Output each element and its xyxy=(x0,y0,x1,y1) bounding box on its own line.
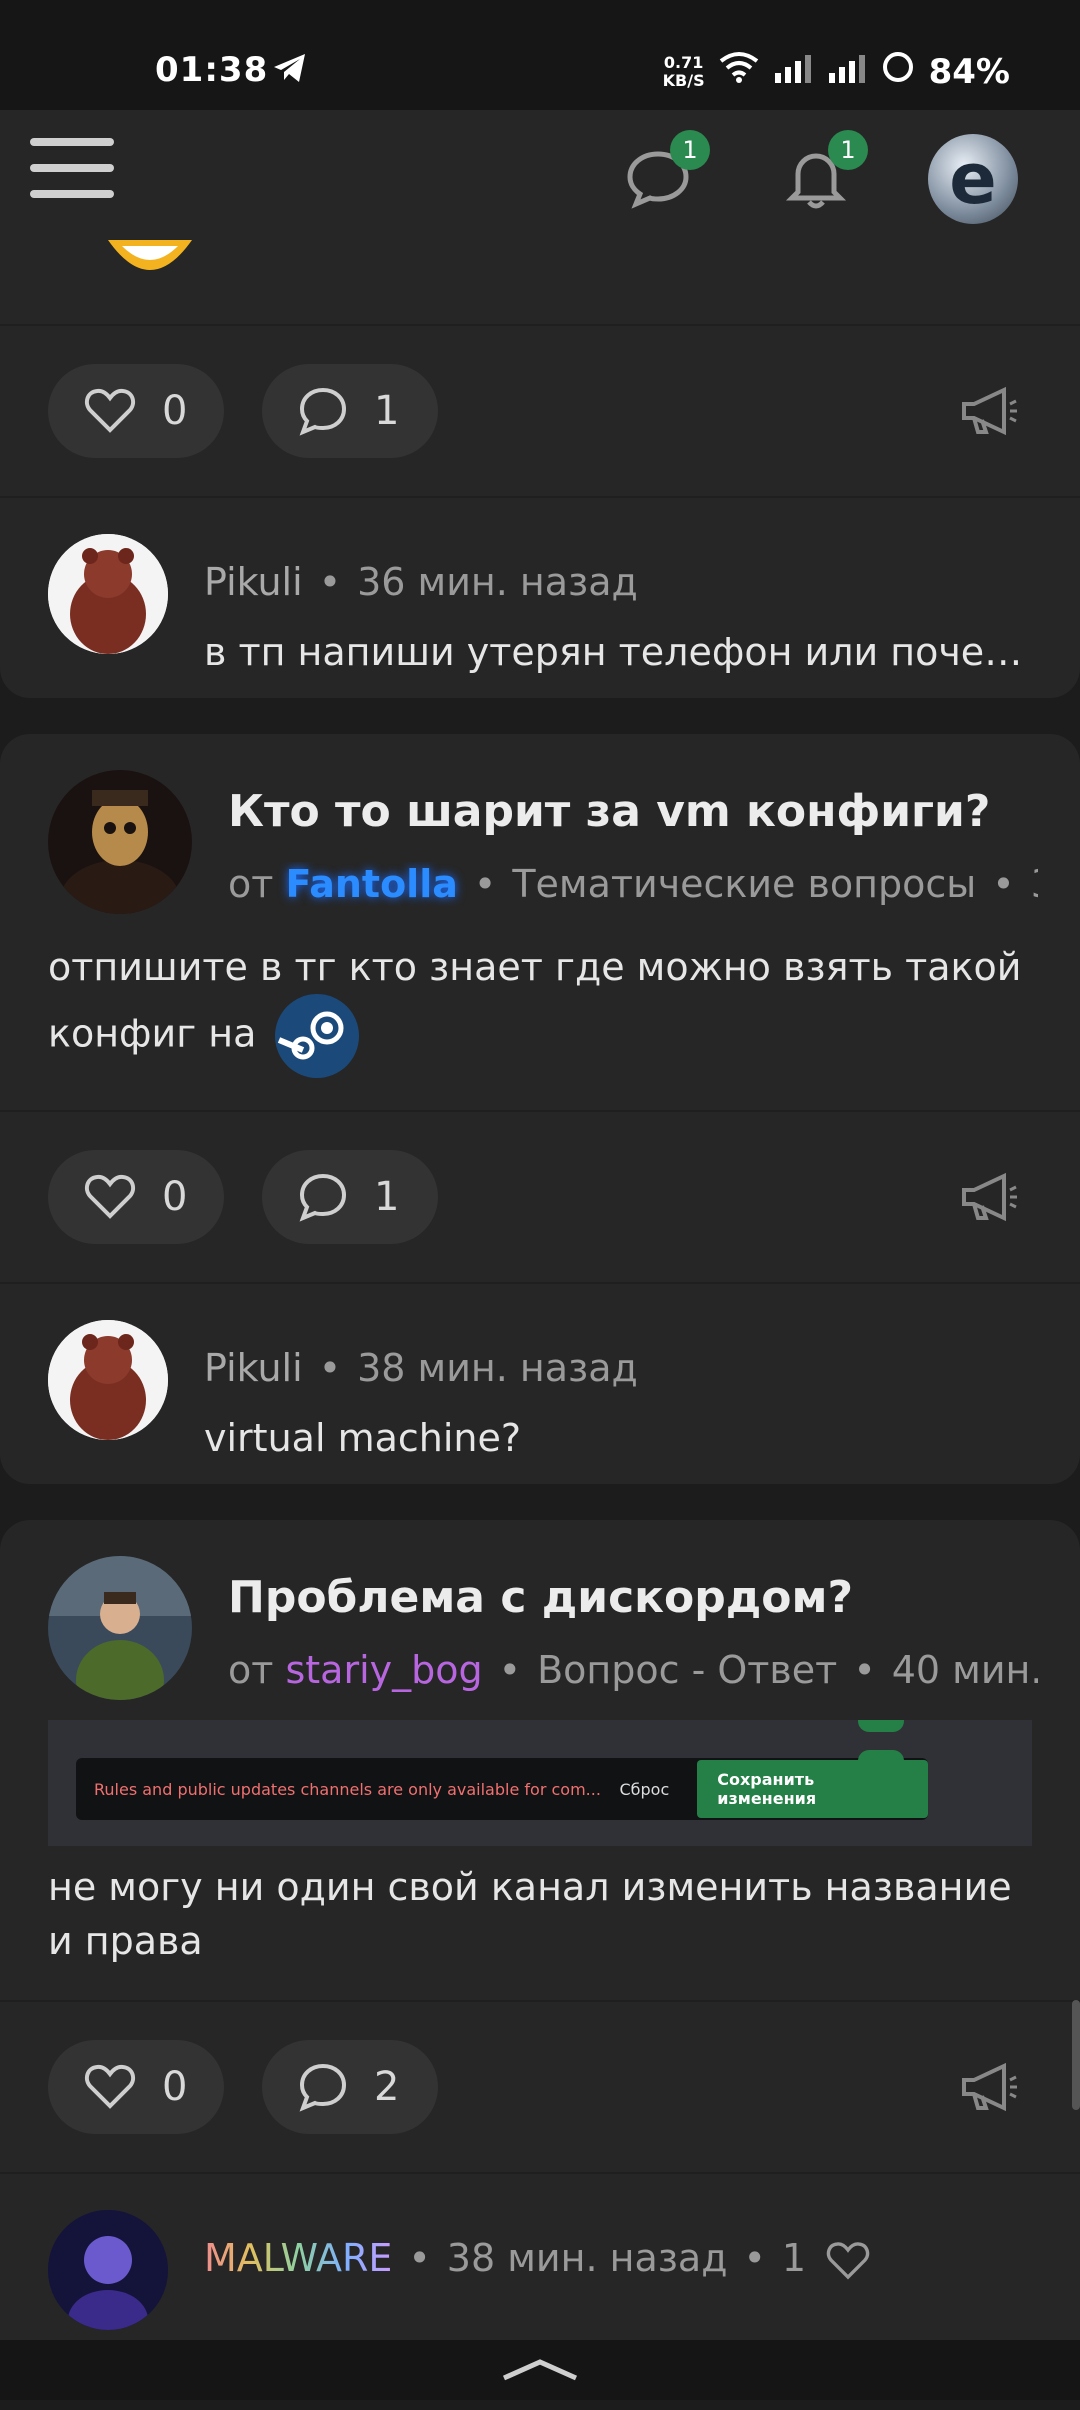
heart-icon xyxy=(827,2241,870,2279)
reply-avatar[interactable] xyxy=(48,2210,168,2330)
thread-title[interactable]: Проблема с дискордом? xyxy=(228,1572,853,1623)
thread-meta: от stariy_bog • Вопрос - Ответ • 40 мин. xyxy=(228,1648,1038,1692)
post-card: 0 1 Pikuli • 36 мин. назад в тп напиши уте… xyxy=(0,240,1080,698)
emoji-icon xyxy=(108,240,192,270)
reply-like-count: 1 xyxy=(781,2236,807,2280)
feed: 0 1 Pikuli • 36 мин. назад в тп напиши уте… xyxy=(0,240,1080,2410)
like-count: 0 xyxy=(162,1174,188,1220)
scrollbar-thumb[interactable] xyxy=(1072,2000,1080,2110)
thread-header[interactable]: Кто то шарит за vm конфиги? от Fantolla •… xyxy=(0,734,1080,934)
reply-time: 38 мин. назад xyxy=(357,1346,638,1390)
network-speed: 0.71 KB/S xyxy=(662,52,705,90)
wifi-icon xyxy=(719,51,759,92)
notifications-button[interactable]: 1 xyxy=(778,130,868,216)
latest-reply[interactable]: Pikuli • 36 мин. назад в тп напиши утерян … xyxy=(0,498,1080,698)
comment-icon xyxy=(299,1173,347,1222)
latest-reply[interactable]: Pikuli • 38 мин. назад virtual machine? xyxy=(0,1284,1080,1484)
comment-button[interactable]: 1 xyxy=(262,364,438,458)
menu-button[interactable] xyxy=(30,138,114,208)
thread-body: отпишите в тг кто знает где можно взять … xyxy=(0,934,1080,1110)
reply-username[interactable]: MALWARE xyxy=(204,2236,392,2280)
app-header: 1 1 e xyxy=(0,110,1080,244)
comment-count: 1 xyxy=(374,1174,400,1220)
comment-icon xyxy=(299,2063,347,2112)
thread-body: не могу ни один свой канал изменить назв… xyxy=(48,1865,1012,1963)
comment-button[interactable]: 2 xyxy=(262,2040,438,2134)
battery-percent: 84% xyxy=(928,51,1010,92)
chevron-up-icon xyxy=(502,2359,578,2381)
reply-meta: MALWARE • 38 мин. назад • 1 xyxy=(204,2236,870,2281)
post-card: Кто то шарит за vm конфиги? от Fantolla •… xyxy=(0,734,1080,1484)
signal-icon-2 xyxy=(827,52,867,92)
thread-category[interactable]: Тематические вопросы xyxy=(512,862,976,906)
thread-title[interactable]: Кто то шарит за vm конфиги? xyxy=(228,786,990,837)
thread-body-text: отпишите в тг кто знает где можно взять … xyxy=(48,945,1022,1056)
author-avatar[interactable] xyxy=(48,1556,192,1700)
reply-time: 36 мин. назад xyxy=(357,560,638,604)
thread-time: 39 xyxy=(1031,862,1038,906)
like-count: 0 xyxy=(162,2064,188,2110)
status-icons: 0.71 KB/S 84% xyxy=(663,50,1010,93)
thread-meta: от Fantolla•Тематические вопросы•39 xyxy=(228,862,1038,906)
post-card: Проблема с дискордом? от stariy_bog • Вопр… xyxy=(0,1520,1080,2374)
comment-icon xyxy=(299,387,347,436)
reply-username[interactable]: Pikuli xyxy=(204,1346,303,1390)
like-count: 0 xyxy=(162,388,188,434)
attached-screenshot[interactable]: Rules and public updates channels are on… xyxy=(48,1720,1032,1846)
reply-username[interactable]: Pikuli xyxy=(204,560,303,604)
comment-count: 2 xyxy=(374,2064,400,2110)
steam-icon xyxy=(274,994,359,1078)
reply-avatar[interactable] xyxy=(48,534,168,654)
signal-icon xyxy=(773,52,813,92)
profile-avatar[interactable]: e xyxy=(928,134,1018,224)
messages-button[interactable]: 1 xyxy=(620,130,710,216)
megaphone-icon[interactable] xyxy=(960,1172,1020,1222)
reply-time: 38 мин. назад xyxy=(446,2236,728,2280)
status-bar: 01:38 0.71 KB/S 84% xyxy=(0,0,1080,110)
megaphone-icon[interactable] xyxy=(960,2062,1020,2112)
reply-text: в тп напиши утерян телефон или почему … xyxy=(204,630,1034,674)
post-actions: 0 1 xyxy=(0,1112,1080,1282)
reply-meta: Pikuli • 38 мин. назад xyxy=(204,1346,638,1390)
comment-button[interactable]: 1 xyxy=(262,1150,438,1244)
notifications-badge: 1 xyxy=(828,130,868,170)
thread-author[interactable]: Fantolla xyxy=(285,862,457,906)
thread-header[interactable]: Проблема с дискордом? от stariy_bog • Вопр… xyxy=(0,1520,1080,1720)
like-button[interactable]: 0 xyxy=(48,364,224,458)
reply-avatar[interactable] xyxy=(48,1320,168,1440)
megaphone-icon[interactable] xyxy=(960,386,1020,436)
battery-ring-icon xyxy=(881,50,915,93)
like-button[interactable]: 0 xyxy=(48,2040,224,2134)
messages-badge: 1 xyxy=(670,130,710,170)
post-actions: 0 1 xyxy=(0,326,1080,496)
post-body-fragment xyxy=(0,240,1080,324)
bottom-sheet-handle[interactable] xyxy=(0,2340,1080,2400)
telegram-icon xyxy=(272,52,308,93)
reply-meta: Pikuli • 36 мин. назад xyxy=(204,560,638,604)
thread-category[interactable]: Вопрос - Ответ xyxy=(537,1648,837,1692)
discord-notice-text: Rules and public updates channels are on… xyxy=(94,1779,601,1799)
thread-author[interactable]: stariy_bog xyxy=(285,1648,482,1692)
reply-text: virtual machine? xyxy=(204,1416,522,1460)
author-avatar[interactable] xyxy=(48,770,192,914)
heart-icon xyxy=(84,1174,136,1219)
post-actions: 0 2 xyxy=(0,2002,1080,2172)
thread-time: 40 мин. xyxy=(891,1648,1038,1692)
heart-icon xyxy=(84,2064,136,2109)
like-button[interactable]: 0 xyxy=(48,1150,224,1244)
heart-icon xyxy=(84,388,136,433)
comment-count: 1 xyxy=(374,388,400,434)
status-time: 01:38 xyxy=(155,50,269,90)
discord-reset-text: Сброс xyxy=(619,1779,670,1799)
